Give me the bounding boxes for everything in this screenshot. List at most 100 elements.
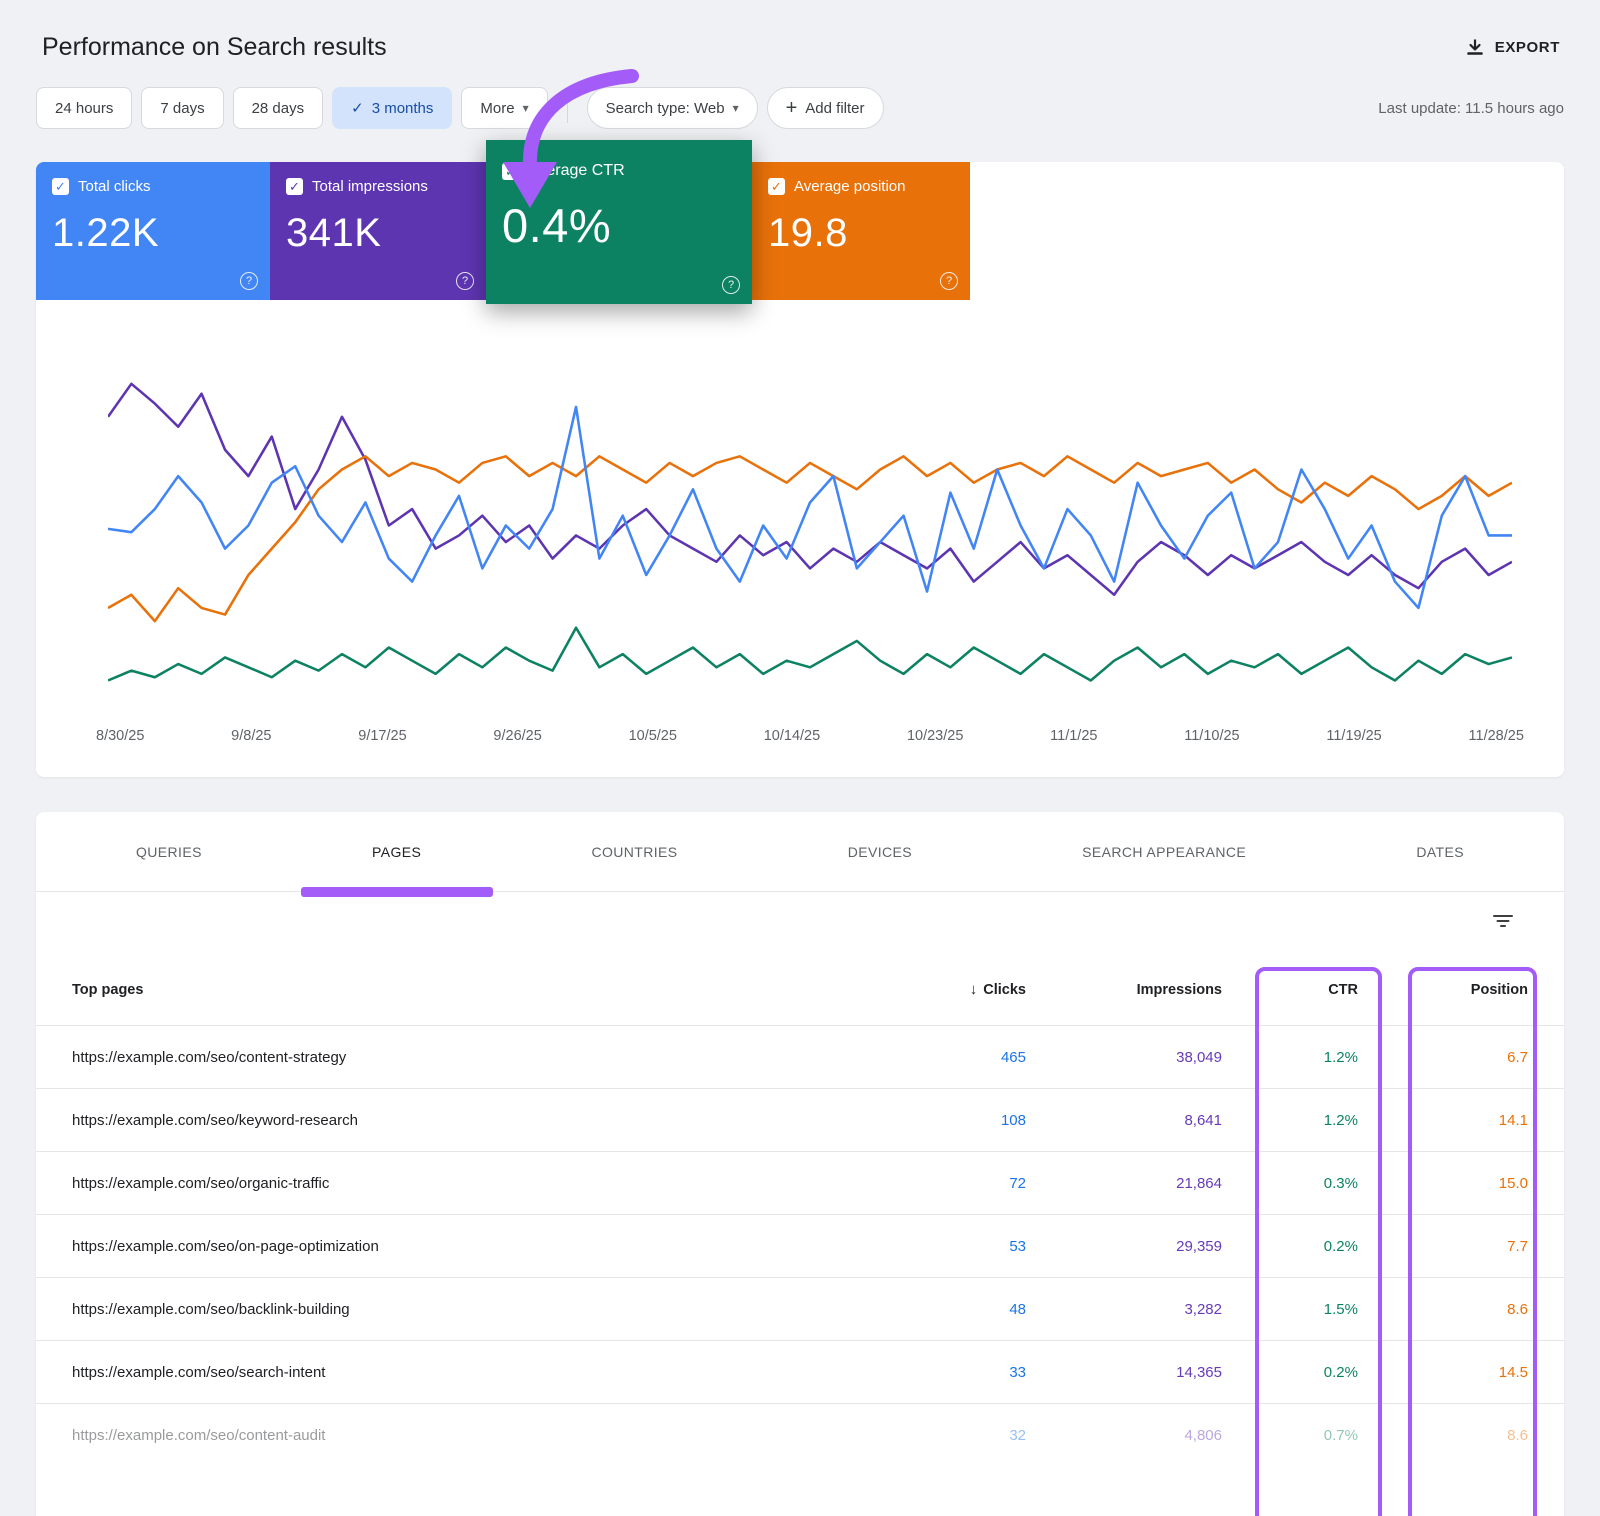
line-chart	[108, 362, 1512, 717]
line-chart-svg	[108, 362, 1512, 717]
metric-value: 0.4%	[502, 198, 736, 253]
chart-x-axis: 8/30/25 9/8/25 9/17/25 9/26/25 10/5/25 1…	[96, 728, 1524, 744]
average-position-card[interactable]: ✓ Average position 19.8 ?	[752, 162, 970, 300]
range-chip-label: 7 days	[160, 100, 204, 117]
x-tick: 11/1/25	[1050, 728, 1097, 744]
range-chip-label: 3 months	[372, 100, 434, 117]
check-icon: ✓	[771, 180, 782, 193]
table-row: https://example.com/seo/content-strategy…	[36, 1026, 1564, 1089]
header-impressions[interactable]: Impressions	[1026, 982, 1222, 998]
clicks-value: 33	[856, 1364, 1026, 1381]
checkbox-checked-icon[interactable]: ✓	[502, 163, 519, 180]
ctr-value: 1.5%	[1222, 1301, 1358, 1318]
total-impressions-card[interactable]: ✓ Total impressions 341K ?	[270, 162, 486, 300]
metric-label: Total impressions	[312, 178, 428, 195]
tab-devices[interactable]: DEVICES	[848, 812, 912, 891]
tab-search-appearance[interactable]: SEARCH APPEARANCE	[1082, 812, 1246, 891]
range-chip-24-hours[interactable]: 24 hours	[36, 87, 132, 129]
check-icon: ✓	[55, 180, 66, 193]
tab-queries[interactable]: QUERIES	[136, 812, 202, 891]
dimension-tabs: QUERIES PAGES COUNTRIES DEVICES SEARCH A…	[36, 812, 1564, 892]
tab-label: SEARCH APPEARANCE	[1082, 844, 1246, 860]
x-tick: 9/17/25	[358, 728, 406, 744]
average-ctr-card[interactable]: ✓ Average CTR 0.4% ?	[486, 140, 752, 304]
checkbox-checked-icon[interactable]: ✓	[52, 178, 69, 195]
total-clicks-card[interactable]: ✓ Total clicks 1.22K ?	[36, 162, 270, 300]
chart-line-position	[108, 456, 1512, 621]
range-chip-28-days[interactable]: 28 days	[233, 87, 324, 129]
more-dropdown[interactable]: More ▾	[461, 87, 547, 129]
x-tick: 11/19/25	[1326, 728, 1381, 744]
impressions-value: 21,864	[1026, 1175, 1222, 1192]
x-tick: 10/14/25	[764, 728, 820, 744]
tab-pages[interactable]: PAGES	[372, 812, 421, 891]
metric-label: Average position	[794, 178, 905, 195]
ctr-value: 0.3%	[1222, 1175, 1358, 1192]
tab-dates[interactable]: DATES	[1416, 812, 1464, 891]
add-filter-button[interactable]: + Add filter	[767, 87, 884, 129]
filter-chips: 24 hours 7 days 28 days ✓ 3 months More …	[36, 87, 884, 129]
ctr-value: 1.2%	[1222, 1049, 1358, 1066]
checkbox-checked-icon[interactable]: ✓	[768, 178, 785, 195]
position-value: 7.7	[1358, 1238, 1528, 1255]
page-url-link[interactable]: https://example.com/seo/organic-traffic	[72, 1175, 856, 1192]
page-url-link[interactable]: https://example.com/seo/search-intent	[72, 1364, 856, 1381]
header-position[interactable]: Position	[1358, 982, 1528, 998]
help-icon[interactable]: ?	[456, 272, 474, 290]
range-chip-label: 28 days	[252, 100, 305, 117]
page-title: Performance on Search results	[36, 33, 387, 62]
help-icon[interactable]: ?	[722, 276, 740, 294]
chart-line-clicks	[108, 407, 1512, 608]
search-type-dropdown[interactable]: Search type: Web ▾	[587, 87, 758, 129]
header-ctr[interactable]: CTR	[1222, 982, 1358, 998]
tab-label: COUNTRIES	[591, 844, 677, 860]
x-tick: 10/23/25	[907, 728, 963, 744]
x-tick: 9/26/25	[493, 728, 541, 744]
range-chip-3-months[interactable]: ✓ 3 months	[332, 87, 452, 129]
range-chip-7-days[interactable]: 7 days	[141, 87, 223, 129]
table-row: https://example.com/seo/search-intent 33…	[36, 1341, 1564, 1404]
last-update-text: Last update: 11.5 hours ago	[1378, 100, 1564, 117]
clicks-value: 48	[856, 1301, 1026, 1318]
impressions-value: 29,359	[1026, 1238, 1222, 1255]
table-header-row: Top pages ↓Clicks Impressions CTR Positi…	[36, 954, 1564, 1026]
tab-label: DEVICES	[848, 844, 912, 860]
page-url-link[interactable]: https://example.com/seo/content-strategy	[72, 1049, 856, 1066]
ctr-value: 0.2%	[1222, 1238, 1358, 1255]
filter-bar: 24 hours 7 days 28 days ✓ 3 months More …	[36, 86, 1564, 130]
position-value: 8.6	[1358, 1301, 1528, 1318]
search-console-performance-page: Performance on Search results EXPORT 24 …	[0, 24, 1600, 1516]
header-clicks-label: Clicks	[983, 982, 1026, 998]
check-icon: ✓	[351, 99, 364, 117]
range-chip-label: 24 hours	[55, 100, 113, 117]
metric-value: 1.22K	[52, 211, 254, 256]
checkbox-checked-icon[interactable]: ✓	[286, 178, 303, 195]
clicks-value: 108	[856, 1112, 1026, 1129]
table-toolbar	[36, 892, 1564, 954]
header-clicks-sort[interactable]: ↓Clicks	[856, 981, 1026, 998]
chart-line-ctr	[108, 628, 1512, 681]
tab-countries[interactable]: COUNTRIES	[591, 812, 677, 891]
page-url-link[interactable]: https://example.com/seo/keyword-research	[72, 1112, 856, 1129]
filter-table-button[interactable]	[1486, 906, 1520, 941]
position-value: 14.1	[1358, 1112, 1528, 1129]
position-value: 8.6	[1358, 1427, 1528, 1444]
x-tick: 9/8/25	[231, 728, 271, 744]
x-tick: 8/30/25	[96, 728, 144, 744]
help-icon[interactable]: ?	[940, 272, 958, 290]
tab-label: QUERIES	[136, 844, 202, 860]
add-filter-label: Add filter	[805, 100, 864, 117]
ctr-value: 1.2%	[1222, 1112, 1358, 1129]
header-top-pages: Top pages	[72, 982, 856, 998]
export-button[interactable]: EXPORT	[1461, 31, 1564, 63]
filter-icon	[1492, 912, 1514, 930]
metric-label: Average CTR	[528, 162, 625, 180]
ctr-value: 0.2%	[1222, 1364, 1358, 1381]
tab-label: PAGES	[372, 844, 421, 860]
page-url-link[interactable]: https://example.com/seo/content-audit	[72, 1427, 856, 1444]
page-url-link[interactable]: https://example.com/seo/backlink-buildin…	[72, 1301, 856, 1318]
x-tick: 11/28/25	[1469, 728, 1524, 744]
help-icon[interactable]: ?	[240, 272, 258, 290]
performance-chart-panel: ✓ Total clicks 1.22K ? ✓ Total impressio…	[36, 162, 1564, 777]
page-url-link[interactable]: https://example.com/seo/on-page-optimiza…	[72, 1238, 856, 1255]
